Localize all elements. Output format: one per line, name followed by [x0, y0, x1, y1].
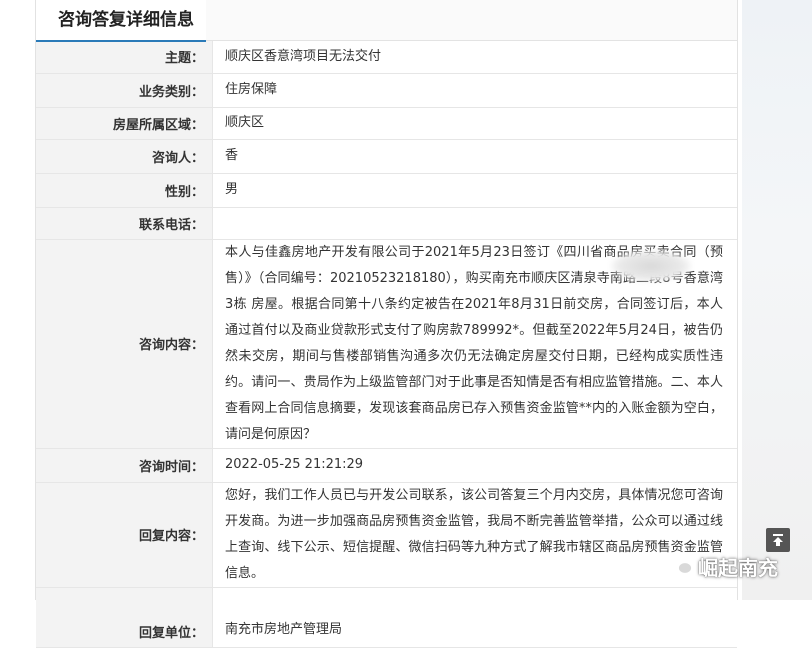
row-district: 房屋所属区域： 顺庆区 — [36, 107, 737, 140]
wechat-icon — [668, 556, 693, 575]
row-time: 咨询时间： 2022-05-25 21:21:29 — [36, 448, 737, 483]
arrow-up-icon — [773, 534, 783, 546]
time-value: 2022-05-25 21:21:29 — [212, 448, 737, 483]
person-value: 香 — [212, 139, 737, 174]
unit-value: 南充市房地产管理局 — [212, 587, 737, 648]
reply-value: 您好，我们工作人员已与开发公司联系，该公司答复三个月内交房，具体情况您可咨询开发… — [212, 482, 737, 588]
district-value: 顺庆区 — [212, 107, 737, 140]
person-label: 咨询人： — [36, 139, 213, 174]
panel-header: 咨询答复详细信息 — [36, 0, 737, 42]
content-label: 咨询内容： — [36, 239, 213, 449]
phone-label: 联系电话： — [36, 207, 213, 240]
detail-panel: 咨询答复详细信息 主题： 顺庆区香意湾项目无法交付 业务类别： 住房保障 房屋所… — [35, 0, 738, 648]
row-subject: 主题： 顺庆区香意湾项目无法交付 — [36, 41, 737, 74]
detail-table: 主题： 顺庆区香意湾项目无法交付 业务类别： 住房保障 房屋所属区域： 顺庆区 … — [36, 41, 737, 648]
category-label: 业务类别： — [36, 73, 213, 108]
row-phone: 联系电话： — [36, 207, 737, 240]
page-background-right — [742, 0, 812, 600]
subject-value: 顺庆区香意湾项目无法交付 — [212, 41, 737, 74]
row-gender: 性别： 男 — [36, 173, 737, 208]
category-value: 住房保障 — [212, 73, 737, 108]
gender-value: 男 — [212, 173, 737, 208]
back-to-top-button[interactable] — [766, 528, 790, 552]
panel-title: 咨询答复详细信息 — [36, 0, 206, 42]
phone-value — [212, 207, 737, 240]
row-reply: 回复内容： 您好，我们工作人员已与开发公司联系，该公司答复三个月内交房，具体情况… — [36, 482, 737, 588]
row-category: 业务类别： 住房保障 — [36, 73, 737, 108]
district-label: 房屋所属区域： — [36, 107, 213, 140]
privacy-blur — [610, 250, 692, 282]
subject-label: 主题： — [36, 41, 213, 74]
gender-label: 性别： — [36, 173, 213, 208]
reply-label: 回复内容： — [36, 482, 213, 588]
unit-label: 回复单位： — [36, 587, 213, 648]
row-person: 咨询人： 香 — [36, 139, 737, 174]
row-unit: 回复单位： 南充市房地产管理局 — [36, 587, 737, 648]
time-label: 咨询时间： — [36, 448, 213, 483]
watermark: 崛起南充 — [668, 552, 778, 580]
watermark-text: 崛起南充 — [698, 555, 778, 580]
